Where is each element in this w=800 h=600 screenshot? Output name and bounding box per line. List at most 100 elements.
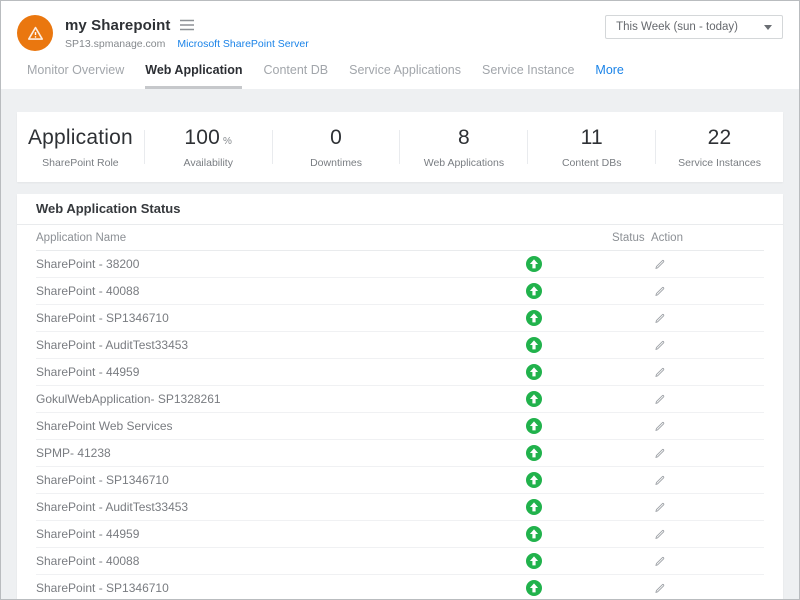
pencil-icon[interactable]	[653, 258, 666, 271]
server-type-link[interactable]: Microsoft SharePoint Server	[177, 38, 308, 50]
status-cell	[514, 499, 554, 515]
hamburger-icon[interactable]	[180, 19, 194, 31]
arrow-up-circle-icon	[526, 472, 542, 488]
arrow-up-circle-icon	[526, 364, 542, 380]
action-cell	[651, 285, 764, 298]
content-area: Application SharePoint Role 100% Availab…	[1, 89, 799, 600]
table-row: SharePoint - 38200	[36, 251, 764, 278]
status-cell	[514, 553, 554, 569]
col-header-action: Action	[651, 232, 764, 244]
table-body: SharePoint - 38200 SharePoint - 40088	[36, 251, 764, 600]
stat-value: Application	[17, 126, 144, 150]
stat-web-applications: 8 Web Applications	[400, 126, 527, 169]
application-name: SPMP- 41238	[36, 446, 514, 460]
summary-stats-card: Application SharePoint Role 100% Availab…	[17, 112, 783, 182]
pencil-icon[interactable]	[653, 339, 666, 352]
application-name: SharePoint - SP1346710	[36, 311, 514, 325]
application-name: SharePoint Web Services	[36, 419, 514, 433]
tab-web-application[interactable]: Web Application	[145, 63, 242, 89]
action-cell	[651, 501, 764, 514]
table-row: SharePoint - SP1346710	[36, 575, 764, 600]
action-cell	[651, 312, 764, 325]
arrow-up-circle-icon	[526, 310, 542, 326]
status-cell	[514, 418, 554, 434]
tab-service-instance[interactable]: Service Instance	[482, 63, 574, 89]
stat-content-dbs: 11 Content DBs	[528, 126, 655, 169]
table-row: SharePoint - 44959	[36, 521, 764, 548]
pencil-icon[interactable]	[653, 474, 666, 487]
stat-availability: 100% Availability	[145, 126, 272, 169]
arrow-up-circle-icon	[526, 256, 542, 272]
table-row: SharePoint - 44959	[36, 359, 764, 386]
col-header-status: Status	[612, 232, 651, 244]
pencil-icon[interactable]	[653, 447, 666, 460]
action-cell	[651, 582, 764, 595]
status-cell	[514, 256, 554, 272]
status-cell	[514, 310, 554, 326]
pencil-icon[interactable]	[653, 420, 666, 433]
pencil-icon[interactable]	[653, 366, 666, 379]
action-cell	[651, 420, 764, 433]
application-name: SharePoint - AuditTest33453	[36, 338, 514, 352]
tab-more[interactable]: More	[595, 63, 623, 89]
table-row: SharePoint Web Services	[36, 413, 764, 440]
stat-label: Web Applications	[400, 157, 527, 169]
status-cell	[514, 337, 554, 353]
status-cell	[514, 445, 554, 461]
time-range-dropdown[interactable]: This Week (sun - today)	[605, 15, 783, 39]
pencil-icon[interactable]	[653, 312, 666, 325]
percent-suffix: %	[223, 136, 232, 147]
stat-label: Service Instances	[656, 157, 783, 169]
stat-service-instances: 22 Service Instances	[656, 126, 783, 169]
arrow-up-circle-icon	[526, 283, 542, 299]
pencil-icon[interactable]	[653, 555, 666, 568]
stat-value: 100%	[145, 126, 272, 150]
pencil-icon[interactable]	[653, 528, 666, 541]
stat-label: SharePoint Role	[17, 157, 144, 169]
stat-label: Availability	[145, 157, 272, 169]
application-name: GokulWebApplication- SP1328261	[36, 392, 514, 406]
pencil-icon[interactable]	[653, 285, 666, 298]
application-name: SharePoint - SP1346710	[36, 473, 514, 487]
action-cell	[651, 393, 764, 406]
application-name: SharePoint - SP1346710	[36, 581, 514, 595]
arrow-up-circle-icon	[526, 499, 542, 515]
application-name: SharePoint - 44959	[36, 527, 514, 541]
monitor-info: my Sharepoint SP13.spmanage.com Microsof…	[17, 15, 309, 51]
stat-value: 8	[400, 126, 527, 150]
status-cell	[514, 364, 554, 380]
action-cell	[651, 555, 764, 568]
action-cell	[651, 474, 764, 487]
stat-value: 22	[656, 126, 783, 150]
application-name: SharePoint - 40088	[36, 554, 514, 568]
stat-label: Content DBs	[528, 157, 655, 169]
tab-service-applications[interactable]: Service Applications	[349, 63, 461, 89]
monitor-text: my Sharepoint SP13.spmanage.com Microsof…	[65, 17, 309, 50]
table-row: SharePoint - AuditTest33453	[36, 494, 764, 521]
arrow-up-circle-icon	[526, 580, 542, 596]
table-row: SharePoint - 40088	[36, 548, 764, 575]
stat-value: 11	[528, 126, 655, 150]
pencil-icon[interactable]	[653, 501, 666, 514]
stat-sharepoint-role: Application SharePoint Role	[17, 126, 144, 169]
table-row: SharePoint - AuditTest33453	[36, 332, 764, 359]
stat-downtimes: 0 Downtimes	[273, 126, 400, 169]
application-name: SharePoint - AuditTest33453	[36, 500, 514, 514]
application-name: SharePoint - 44959	[36, 365, 514, 379]
web-application-table: Application Name Status Action SharePoin…	[36, 225, 764, 600]
arrow-up-circle-icon	[526, 526, 542, 542]
tab-monitor-overview[interactable]: Monitor Overview	[27, 63, 124, 89]
status-cell	[514, 580, 554, 596]
table-header: Application Name Status Action	[36, 225, 764, 251]
arrow-up-circle-icon	[526, 418, 542, 434]
caret-down-icon	[764, 25, 772, 30]
pencil-icon[interactable]	[653, 393, 666, 406]
pencil-icon[interactable]	[653, 582, 666, 595]
monitor-subdomain: SP13.spmanage.com	[65, 38, 165, 50]
action-cell	[651, 258, 764, 271]
status-cell	[514, 526, 554, 542]
arrow-up-circle-icon	[526, 337, 542, 353]
application-name: SharePoint - 38200	[36, 257, 514, 271]
tab-content-db[interactable]: Content DB	[263, 63, 328, 89]
stat-value: 0	[273, 126, 400, 150]
